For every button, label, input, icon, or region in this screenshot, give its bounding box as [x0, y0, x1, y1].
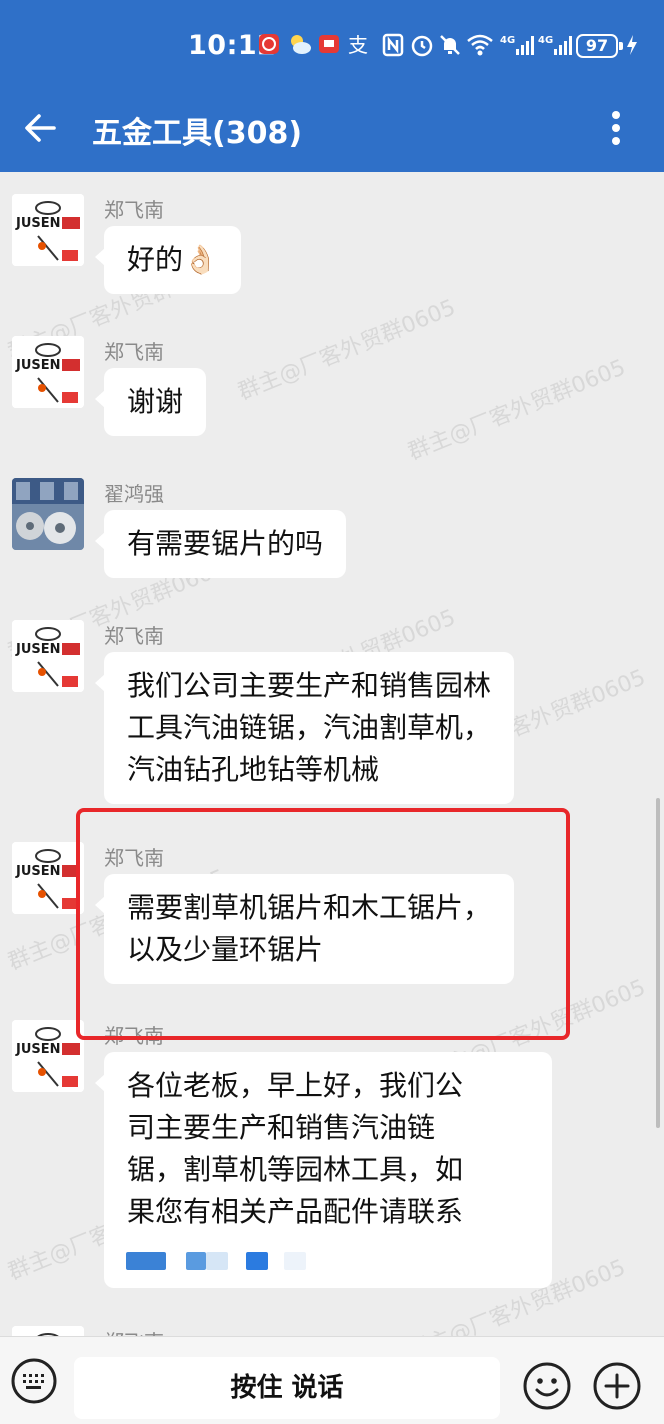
keyboard-toggle-button[interactable] [10, 1357, 58, 1405]
message-notification-icon [318, 33, 340, 59]
message-text-line: 我们公司主要生产和销售园林 [127, 669, 492, 702]
svg-text:JUSEN: JUSEN [15, 1042, 61, 1057]
message-text-line: 各位老板，早上好，我们公 [127, 1069, 464, 1102]
charging-icon [626, 33, 638, 61]
jusen-logo-avatar-icon: JUSEN [12, 620, 84, 692]
message-text-line: 果您有相关产品配件请联系 [127, 1195, 464, 1228]
jusen-logo-avatar-icon: JUSEN [12, 1020, 84, 1092]
message-bubble[interactable]: 有需要锯片的吗 [94, 510, 347, 578]
sender-name: 郑飞南 [104, 1326, 164, 1336]
sender-name: 郑飞南 [104, 340, 164, 364]
message-bubble[interactable]: 好的👌🏻 [95, 226, 241, 294]
nfc-icon [382, 33, 404, 61]
message-text-line: 工具汽油链锯，汽油割草机， [127, 711, 492, 744]
svg-text:JUSEN: JUSEN [15, 642, 61, 657]
blurred-content [284, 1252, 306, 1270]
svg-text:JUSEN: JUSEN [15, 358, 61, 373]
highlight-frame [76, 808, 570, 1040]
message-bubble[interactable]: 各位老板，早上好，我们公 司主要生产和销售汽油链 锯，割草机等园林工具，如 果您… [95, 1052, 552, 1288]
message-text-line: 汽油钻孔地钻等机械 [127, 753, 380, 786]
more-options-button[interactable] [604, 108, 628, 148]
svg-text:4G: 4G [500, 35, 515, 46]
svg-text:JUSEN: JUSEN [15, 864, 61, 879]
back-arrow-icon [25, 114, 56, 142]
jusen-logo-avatar-icon: JUSEN [12, 336, 84, 408]
message-text-line: 司主要生产和销售汽油链 [127, 1111, 436, 1144]
blurred-content [206, 1252, 228, 1270]
message-text: 谢谢 [127, 385, 184, 418]
sender-name: 郑飞南 [104, 198, 164, 222]
plus-icon [593, 1362, 641, 1410]
avatar[interactable]: JUSEN [12, 1020, 84, 1092]
jusen-logo-avatar-icon [12, 1326, 84, 1336]
alipay-icon: 支 [346, 33, 370, 59]
emoji-button[interactable] [522, 1361, 572, 1411]
weather-icon [288, 33, 312, 59]
message-text-line: 锯，割草机等园林工具，如 [127, 1153, 464, 1186]
avatar[interactable]: JUSEN [12, 620, 84, 692]
sender-name: 翟鸿强 [104, 482, 164, 506]
keyboard-icon [11, 1358, 57, 1404]
blurred-content [246, 1252, 268, 1270]
chat-message-list[interactable]: 群主@厂客外贸群0605 群主@厂客外贸群0605 群主@厂客外贸群0605 群… [0, 172, 664, 1336]
input-bar: 按住 说话 [0, 1336, 664, 1424]
svg-text:4G: 4G [538, 35, 553, 46]
message-bubble[interactable]: 我们公司主要生产和销售园林 工具汽油链锯，汽油割草机， 汽油钻孔地钻等机械 [94, 652, 515, 804]
message-bubble[interactable]: 谢谢 [94, 368, 207, 436]
smiley-icon [523, 1362, 571, 1410]
signal-1-icon: 4G [500, 33, 534, 61]
watermark: 群主@厂客外贸群0605 [234, 295, 460, 406]
top-bar: 10:12 支 4G 4G 97 五金工具(308) [0, 0, 664, 172]
mute-icon [438, 33, 462, 61]
jusen-logo-avatar-icon: JUSEN [12, 842, 84, 914]
svg-text:支: 支 [348, 33, 368, 55]
status-bar: 10:12 支 4G 4G 97 [0, 0, 664, 90]
blurred-content [186, 1252, 206, 1270]
saw-blade-photo-avatar-icon [12, 478, 84, 550]
avatar[interactable]: JUSEN [12, 842, 84, 914]
jusen-logo-avatar-icon: JUSEN [12, 194, 84, 266]
alarm-icon [410, 33, 434, 61]
hold-to-talk-button[interactable]: 按住 说话 [74, 1357, 500, 1419]
sender-name: 郑飞南 [104, 624, 164, 648]
message-text: 有需要锯片的吗 [127, 527, 324, 560]
chat-title: 五金工具(308) [92, 116, 303, 151]
avatar[interactable] [12, 478, 84, 550]
battery-indicator: 97 [576, 34, 623, 58]
back-button[interactable] [20, 108, 60, 148]
svg-text:JUSEN: JUSEN [15, 216, 61, 231]
more-functions-button[interactable] [592, 1361, 642, 1411]
app-notification-icon [258, 33, 280, 59]
signal-2-icon: 4G [538, 33, 572, 61]
avatar[interactable]: JUSEN [12, 194, 84, 266]
message-text: 好的👌🏻 [127, 243, 218, 276]
avatar[interactable]: JUSEN [12, 336, 84, 408]
wifi-icon [466, 33, 494, 61]
blurred-content [126, 1252, 166, 1270]
watermark: 群主@厂客外贸群0605 [404, 355, 630, 466]
avatar[interactable] [12, 1326, 84, 1336]
more-vertical-icon [612, 111, 620, 145]
scrollbar[interactable] [656, 798, 660, 1128]
